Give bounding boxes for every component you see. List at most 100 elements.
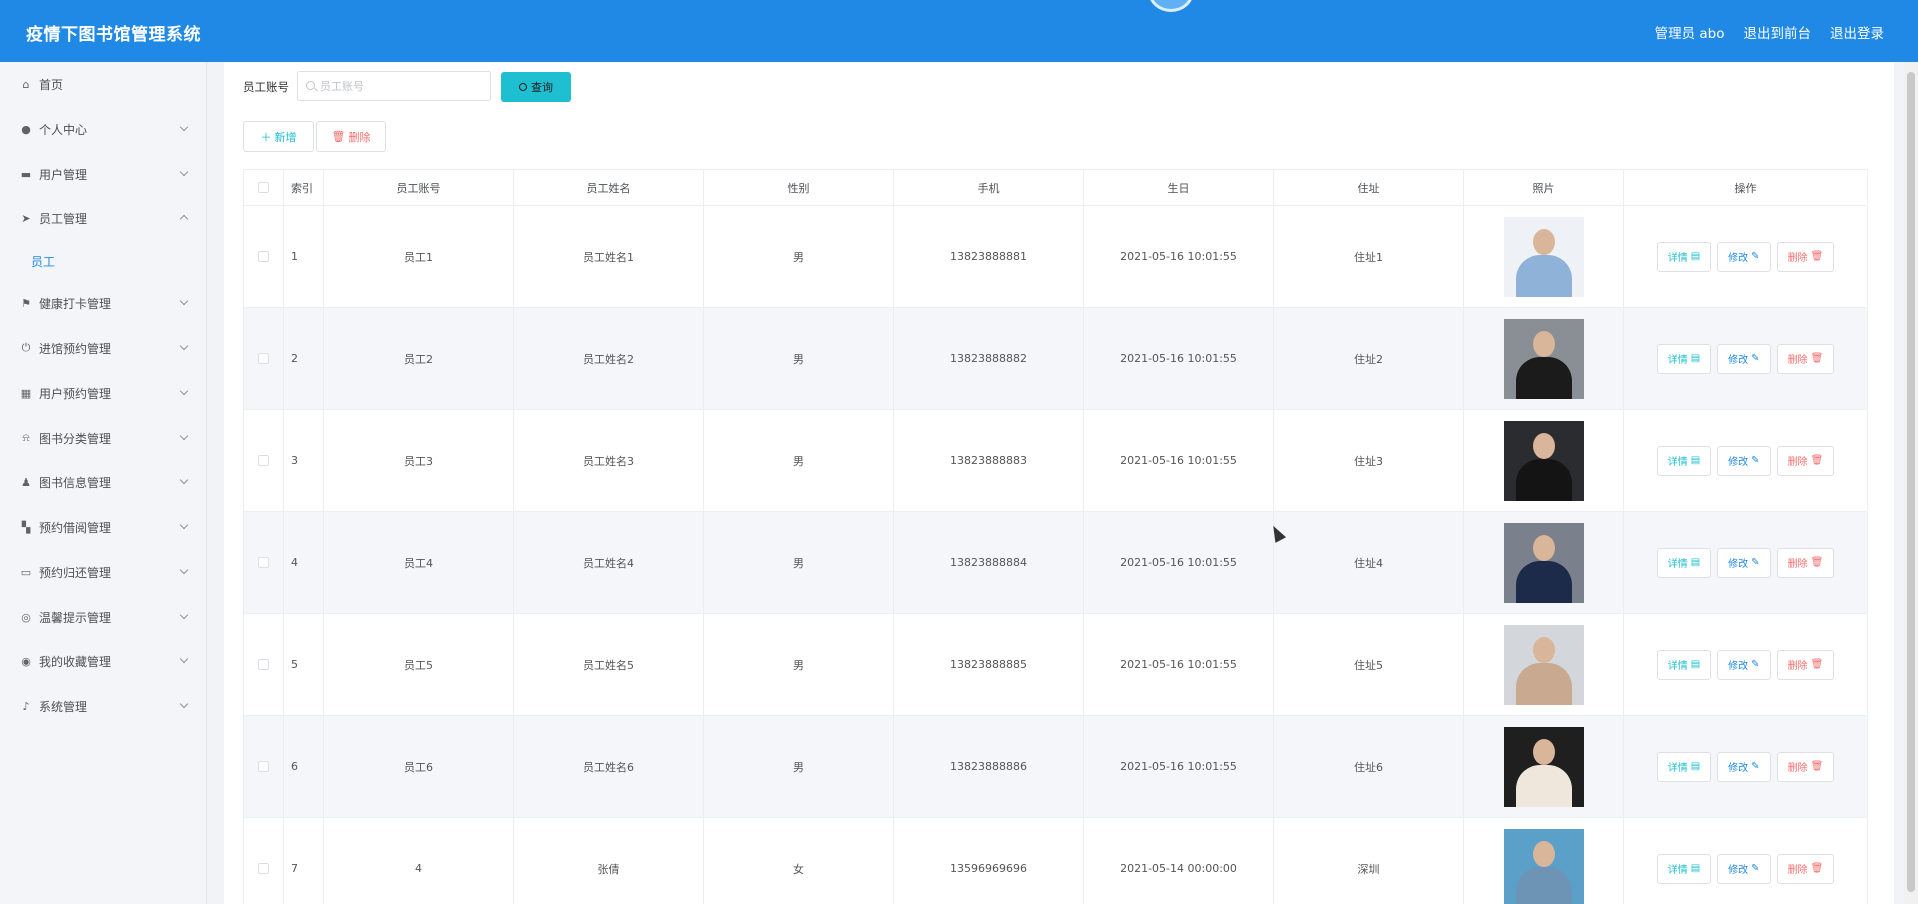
chevron-down-icon xyxy=(179,520,189,530)
delete-button[interactable]: 删除 🗑 xyxy=(1776,241,1835,272)
delete-button[interactable]: 删除 🗑 xyxy=(1776,445,1835,476)
sidebar-item-user-reservation[interactable]: ▦ 用户预约管理 xyxy=(0,375,207,411)
chevron-down-icon xyxy=(179,565,189,575)
detail-button[interactable]: 详情 ▤ xyxy=(1656,241,1712,272)
delete-button[interactable]: 删除 🗑 xyxy=(1776,547,1835,578)
cell-gender: 男 xyxy=(704,308,894,409)
sidebar-item-entry-reservation[interactable]: ⏻ 进馆预约管理 xyxy=(0,330,207,366)
pencil-icon: ✎ xyxy=(1751,455,1760,466)
staff-photo[interactable] xyxy=(1503,522,1584,603)
cell-actions: 详情 ▤ 修改 ✎ 删除 🗑 xyxy=(1624,512,1868,613)
sidebar-subitem-staff[interactable]: 员工 xyxy=(0,243,207,279)
sidebar-item-label: 员工 xyxy=(31,254,56,269)
sidebar-item-label: 温馨提示管理 xyxy=(39,610,112,625)
batch-delete-button[interactable]: 🗑 删除 xyxy=(316,121,386,152)
sidebar-item-book-category[interactable]: ⍾ 图书分类管理 xyxy=(0,420,207,456)
page-scrollbar[interactable] xyxy=(1904,62,1918,904)
sidebar-item-label: 我的收藏管理 xyxy=(39,654,112,669)
row-select-cell xyxy=(244,206,284,307)
row-checkbox[interactable] xyxy=(258,863,269,874)
row-select-cell xyxy=(244,512,284,613)
sidebar-item-tips[interactable]: ◎ 温馨提示管理 xyxy=(0,599,207,635)
sidebar-item-health-checkin[interactable]: ⚑ 健康打卡管理 xyxy=(0,285,207,321)
search-input[interactable] xyxy=(297,71,491,101)
edit-button[interactable]: 修改 ✎ xyxy=(1717,547,1771,578)
sidebar-item-user-management[interactable]: ▬ 用户管理 xyxy=(0,156,207,192)
cell-phone: 13823888881 xyxy=(894,206,1084,307)
delete-button[interactable]: 删除 🗑 xyxy=(1776,343,1835,374)
detail-button[interactable]: 详情 ▤ xyxy=(1656,649,1712,680)
pencil-icon: ✎ xyxy=(1751,761,1760,772)
sidebar-item-book-info[interactable]: ♟ 图书信息管理 xyxy=(0,464,207,500)
row-checkbox[interactable] xyxy=(258,659,269,670)
table-row: 3 员工3 员工姓名3 男 13823888883 2021-05-16 10:01:55… xyxy=(244,410,1868,512)
sidebar-item-return-reservation[interactable]: ▭ 预约归还管理 xyxy=(0,554,207,590)
sidebar-item-system[interactable]: ♪ 系统管理 xyxy=(0,688,207,724)
exit-to-front-link[interactable]: 退出到前台 xyxy=(1744,22,1812,42)
staff-photo[interactable] xyxy=(1503,420,1584,501)
add-button[interactable]: ＋ 新增 xyxy=(243,121,314,152)
staff-photo[interactable] xyxy=(1503,726,1584,807)
row-select-cell xyxy=(244,410,284,511)
edit-button-label: 修改 xyxy=(1728,661,1749,672)
cell-photo xyxy=(1464,614,1624,715)
cell-index: 5 xyxy=(284,614,324,715)
sidebar-item-borrow-reservation[interactable]: ▚ 预约借阅管理 xyxy=(0,509,207,545)
cell-birthday: 2021-05-16 10:01:55 xyxy=(1084,410,1274,511)
header-actions: 管理员 abo 退出到前台 退出登录 xyxy=(1655,22,1884,42)
detail-button[interactable]: 详情 ▤ xyxy=(1656,853,1712,884)
sidebar-item-favorites[interactable]: ◉ 我的收藏管理 xyxy=(0,643,207,679)
table-body: 1 员工1 员工姓名1 男 13823888881 2021-05-16 10:01:55… xyxy=(244,206,1868,904)
pencil-icon: ✎ xyxy=(1751,863,1760,874)
delete-button-label: 删除 xyxy=(1787,253,1808,264)
staff-photo[interactable] xyxy=(1503,318,1584,399)
sidebar-item-label: 系统管理 xyxy=(39,699,88,714)
staff-photo[interactable] xyxy=(1503,828,1584,904)
chevron-up-icon xyxy=(179,214,189,224)
compass-icon: ◉ xyxy=(21,654,31,668)
detail-button[interactable]: 详情 ▤ xyxy=(1656,343,1712,374)
edit-button[interactable]: 修改 ✎ xyxy=(1717,241,1771,272)
cell-index: 6 xyxy=(284,716,324,817)
cell-photo xyxy=(1464,818,1624,904)
cell-gender: 男 xyxy=(704,512,894,613)
select-all-checkbox[interactable] xyxy=(258,182,269,193)
sidebar-item-home[interactable]: ⌂ 首页 xyxy=(0,66,207,102)
staff-photo[interactable] xyxy=(1503,624,1584,705)
flag-icon: ⚑ xyxy=(21,296,31,310)
edit-button[interactable]: 修改 ✎ xyxy=(1717,751,1771,782)
query-button[interactable]: 查询 xyxy=(501,72,571,102)
edit-button-label: 修改 xyxy=(1728,457,1749,468)
table-header: 索引 员工账号 员工姓名 性别 手机 生日 住址 照片 操作 xyxy=(244,170,1868,206)
cell-photo xyxy=(1464,206,1624,307)
row-checkbox[interactable] xyxy=(258,455,269,466)
row-actions: 详情 ▤ 修改 ✎ 删除 🗑 xyxy=(1656,241,1835,272)
user-icon: ● xyxy=(21,122,31,136)
col-name: 员工姓名 xyxy=(514,170,704,205)
delete-button[interactable]: 删除 🗑 xyxy=(1776,853,1835,884)
delete-button[interactable]: 删除 🗑 xyxy=(1776,649,1835,680)
detail-button[interactable]: 详情 ▤ xyxy=(1656,751,1712,782)
logout-link[interactable]: 退出登录 xyxy=(1830,22,1884,42)
sidebar-item-staff-management[interactable]: ➤ 员工管理 xyxy=(0,200,207,236)
cell-birthday: 2021-05-16 10:01:55 xyxy=(1084,614,1274,715)
sidebar-item-personal-center[interactable]: ● 个人中心 xyxy=(0,111,207,147)
photo-figure-body xyxy=(1515,764,1572,807)
staff-photo[interactable] xyxy=(1503,216,1584,297)
detail-button[interactable]: 详情 ▤ xyxy=(1656,547,1712,578)
edit-button[interactable]: 修改 ✎ xyxy=(1717,853,1771,884)
scrollbar-thumb[interactable] xyxy=(1907,72,1915,892)
delete-button[interactable]: 删除 🗑 xyxy=(1776,751,1835,782)
cell-photo xyxy=(1464,308,1624,409)
photo-figure-body xyxy=(1515,254,1572,297)
edit-button[interactable]: 修改 ✎ xyxy=(1717,445,1771,476)
row-checkbox[interactable] xyxy=(258,353,269,364)
row-checkbox[interactable] xyxy=(258,761,269,772)
row-checkbox[interactable] xyxy=(258,557,269,568)
edit-button[interactable]: 修改 ✎ xyxy=(1717,649,1771,680)
detail-button[interactable]: 详情 ▤ xyxy=(1656,445,1712,476)
row-checkbox[interactable] xyxy=(258,251,269,262)
col-address: 住址 xyxy=(1274,170,1464,205)
edit-button[interactable]: 修改 ✎ xyxy=(1717,343,1771,374)
detail-button-label: 详情 xyxy=(1667,865,1688,876)
